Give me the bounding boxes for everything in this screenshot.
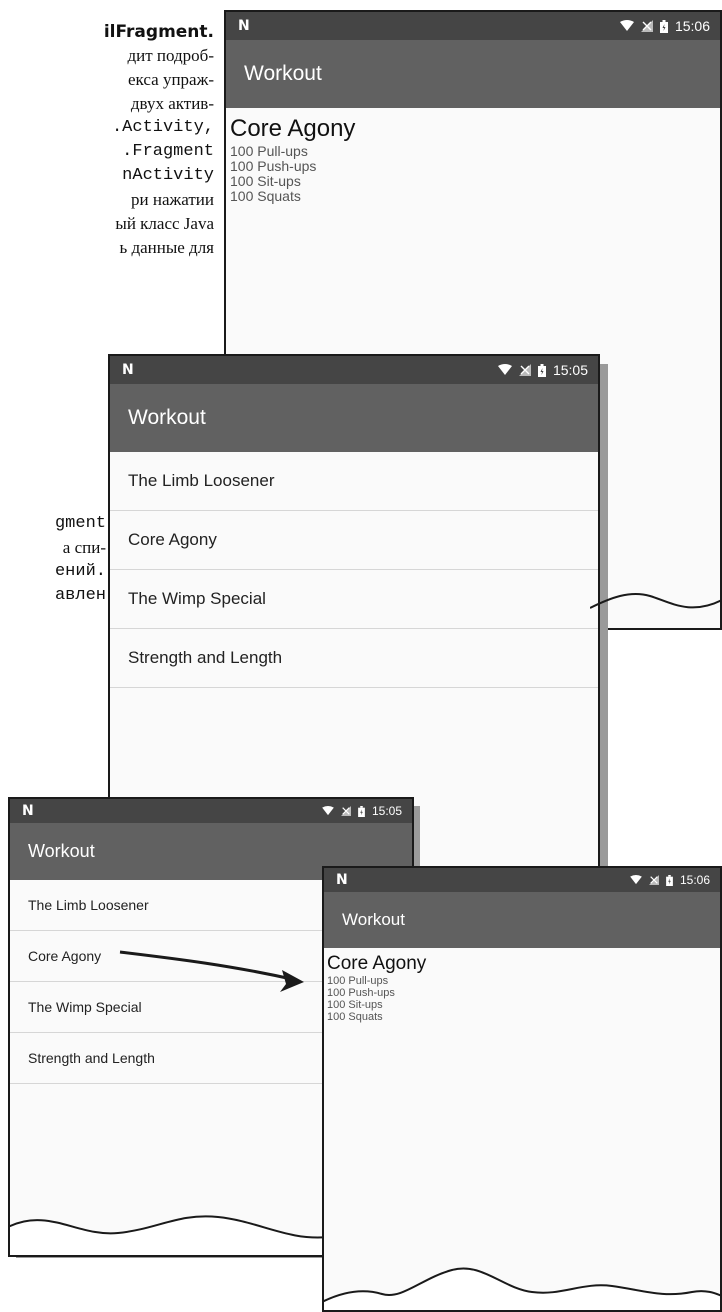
workout-detail: Core Agony 100 Pull-ups 100 Push-ups 100… <box>324 948 720 1023</box>
signal-icon <box>340 806 351 816</box>
status-time: 15:06 <box>679 873 710 887</box>
status-bar: N 15:06 <box>226 12 720 40</box>
detail-screen-bottom: N 15:06 Workout Core Agony 100 Pull-ups … <box>322 866 722 1312</box>
n-icon: N <box>122 362 134 378</box>
exercise-line: 100 Sit-ups <box>327 999 383 1011</box>
wifi-icon <box>619 20 634 32</box>
status-bar: N 15:05 <box>10 799 412 823</box>
exercise-line: 100 Push-ups <box>230 158 317 174</box>
book-text-line: ь данные для <box>119 238 214 257</box>
book-text-line: ilFragment. <box>103 22 214 42</box>
status-bar: N 15:05 <box>110 356 598 384</box>
book-text-line: gment <box>54 514 106 533</box>
n-icon: N <box>22 803 34 819</box>
status-time: 15:05 <box>552 362 588 378</box>
book-text-line: nActivity <box>122 166 214 185</box>
book-text-line: двух актив- <box>130 94 214 113</box>
exercise-line: 100 Squats <box>230 188 301 204</box>
book-text-line: ений. <box>54 562 106 581</box>
list-item[interactable]: Strength and Length <box>110 629 598 688</box>
wifi-icon <box>322 806 334 816</box>
exercise-line: 100 Pull-ups <box>230 143 308 159</box>
signal-icon <box>518 364 531 376</box>
signal-icon <box>640 20 653 32</box>
n-icon: N <box>238 18 250 34</box>
battery-icon <box>659 19 668 33</box>
book-text-line: ри нажатии <box>131 190 214 209</box>
list-item[interactable]: The Limb Loosener <box>110 452 598 511</box>
battery-icon <box>537 363 546 377</box>
list-item[interactable]: The Wimp Special <box>110 570 598 629</box>
signal-icon <box>648 875 659 885</box>
n-icon: N <box>336 872 348 888</box>
battery-icon <box>358 805 365 817</box>
list-item[interactable]: Core Agony <box>110 511 598 570</box>
exercise-line: 100 Pull-ups <box>327 975 389 987</box>
wifi-icon <box>630 875 642 885</box>
book-text-line: екса упраж- <box>128 70 214 89</box>
book-text-line: авлен <box>54 586 106 605</box>
battery-icon <box>666 874 673 886</box>
workout-list: The Limb Loosener Core Agony The Wimp Sp… <box>110 452 598 688</box>
book-text-line: ый класс Java <box>115 214 214 233</box>
torn-edge <box>324 1267 720 1310</box>
status-bar: N 15:06 <box>324 868 720 892</box>
book-text-line: .Activity, <box>111 118 214 137</box>
wifi-icon <box>497 364 512 376</box>
workout-detail: Core Agony 100 Pull-ups 100 Push-ups 100… <box>226 108 720 204</box>
app-bar-title: Workout <box>110 384 598 452</box>
torn-edge <box>590 592 722 609</box>
book-text-line: а спи- <box>62 538 106 557</box>
app-bar-title: Workout <box>324 892 720 948</box>
workout-name: Core Agony <box>327 953 427 974</box>
app-bar-title: Workout <box>226 40 720 108</box>
book-text-middle: gment а спи- ений. авлен <box>0 512 106 608</box>
book-text-line: .Fragment <box>122 142 214 161</box>
exercise-line: 100 Squats <box>327 1011 383 1023</box>
status-time: 15:05 <box>371 804 402 818</box>
exercise-line: 100 Push-ups <box>327 987 395 999</box>
book-text-top: ilFragment. дит подроб- екса упраж- двух… <box>0 20 214 260</box>
status-time: 15:06 <box>674 18 710 34</box>
exercise-line: 100 Sit-ups <box>230 173 301 189</box>
book-text-line: дит подроб- <box>127 46 215 65</box>
workout-name: Core Agony <box>230 115 356 142</box>
